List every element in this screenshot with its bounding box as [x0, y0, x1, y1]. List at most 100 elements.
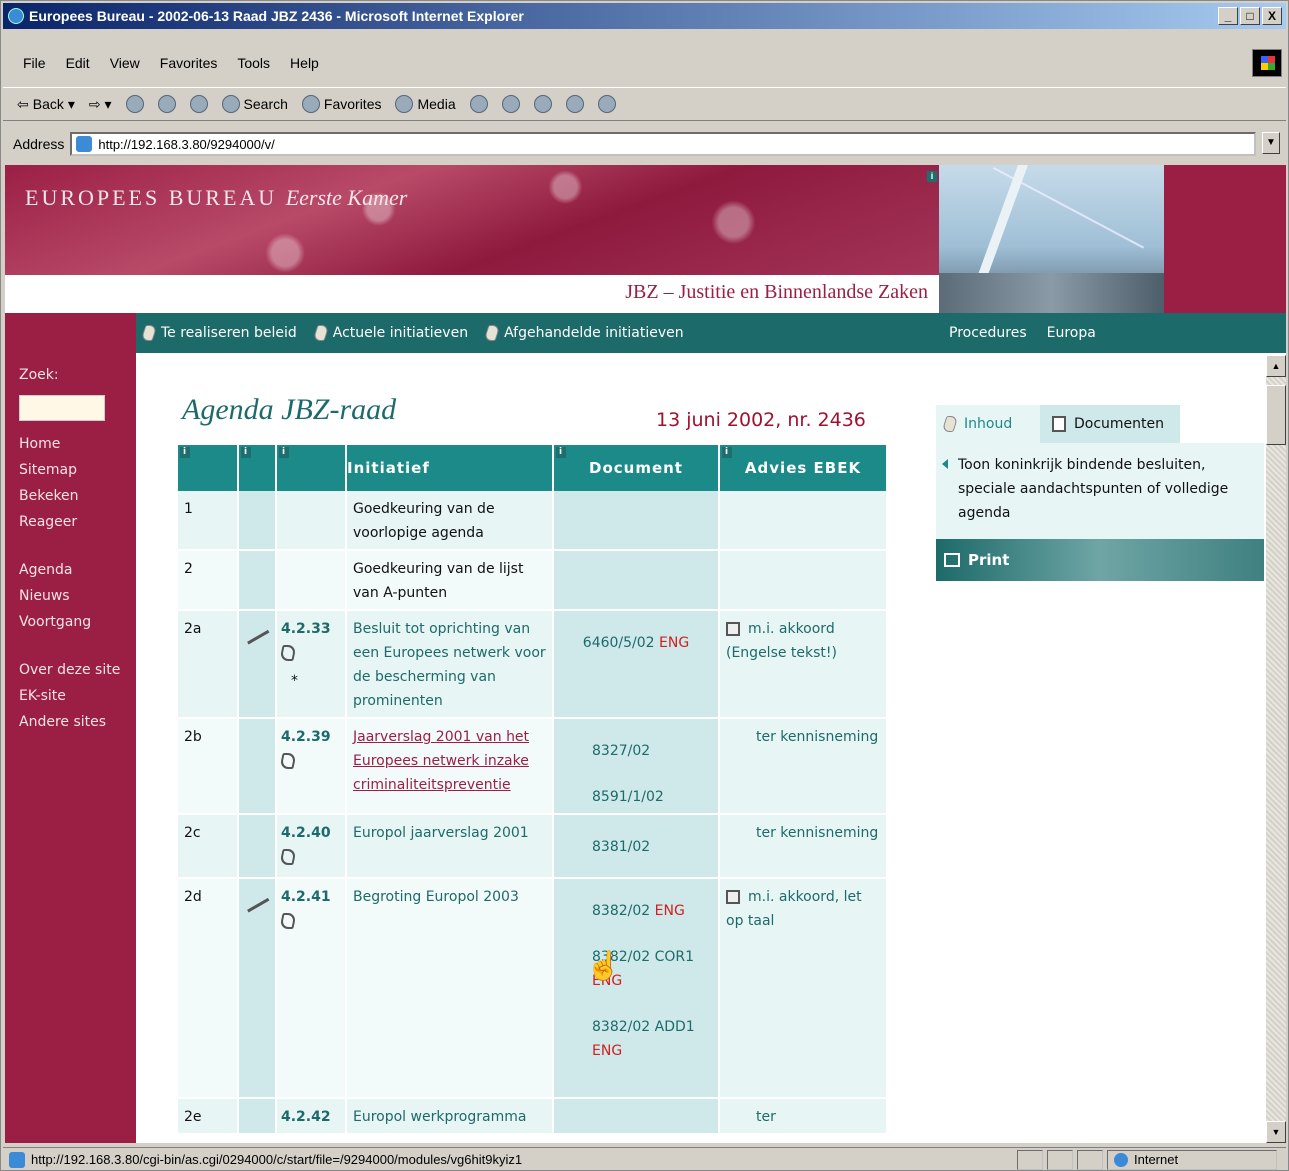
- nav-actuele-initiatieven[interactable]: Actuele initiatieven: [312, 325, 468, 341]
- sidebar-item-sitemap[interactable]: Sitemap: [19, 457, 120, 483]
- status-bar: http://192.168.3.80/cgi-bin/as.cgi/02940…: [3, 1147, 1286, 1171]
- address-field[interactable]: http://192.168.3.80/9294000/v/: [70, 132, 1257, 156]
- folder-icon[interactable]: [279, 645, 297, 661]
- back-arrow-icon: ⇦: [17, 95, 29, 112]
- item-code[interactable]: 4.2.42: [276, 1098, 347, 1135]
- close-button[interactable]: X: [1262, 7, 1282, 25]
- sidebar-item-over-deze-site[interactable]: Over deze site: [19, 657, 120, 683]
- document-link[interactable]: 8591/1/02: [592, 763, 712, 809]
- nav-afgehandelde-initiatieven[interactable]: Afgehandelde initiatieven: [483, 325, 684, 341]
- menu-view[interactable]: View: [106, 55, 144, 71]
- folder-icon[interactable]: [279, 753, 297, 769]
- scroll-thumb[interactable]: [1266, 385, 1286, 445]
- sidebar-item-home[interactable]: Home: [19, 431, 120, 457]
- sidebar-item-voortgang[interactable]: Voortgang: [19, 609, 120, 635]
- tab-inhoud[interactable]: Inhoud: [936, 405, 1040, 443]
- nav-te-realiseren-beleid[interactable]: Te realiseren beleid: [140, 325, 297, 341]
- item-code[interactable]: 4.2.39: [281, 725, 339, 749]
- advies-text: ter kennisneming: [719, 814, 888, 879]
- media-button[interactable]: Media: [395, 95, 456, 113]
- item-title-link[interactable]: Jaarverslag 2001 van het Europees netwer…: [353, 729, 529, 793]
- info-icon[interactable]: i: [279, 447, 289, 458]
- security-zone: Internet: [1107, 1149, 1277, 1170]
- browser-window: Europees Bureau - 2002-06-13 Raad JBZ 24…: [0, 0, 1289, 1171]
- scroll-down-button[interactable]: ▼: [1266, 1121, 1286, 1143]
- menu-edit[interactable]: Edit: [62, 55, 94, 71]
- document-link[interactable]: 6460/5/02 ENG: [560, 617, 712, 655]
- header-advies: i Advies EBEK: [719, 445, 888, 491]
- minimize-button[interactable]: _: [1218, 7, 1238, 25]
- favorites-button[interactable]: Favorites: [301, 95, 381, 113]
- item-code[interactable]: 4.2.40: [281, 821, 339, 845]
- scroll-up-button[interactable]: ▲: [1266, 355, 1286, 377]
- stop-icon[interactable]: [125, 95, 144, 113]
- info-icon[interactable]: i: [556, 447, 566, 458]
- document-link[interactable]: 8382/02 ENG: [592, 885, 712, 923]
- nav-europa[interactable]: Europa: [1047, 325, 1096, 341]
- vertical-scrollbar[interactable]: ▲ ▼: [1266, 355, 1286, 1143]
- menu-favorites[interactable]: Favorites: [156, 55, 222, 71]
- key-icon: [244, 893, 270, 913]
- note-icon: [726, 622, 740, 636]
- messenger-icon[interactable]: [597, 95, 616, 113]
- print-button[interactable]: Print: [936, 539, 1264, 581]
- header-initiatief: Initiatief: [346, 445, 554, 491]
- toolbar: ⇦ Back ▾ ⇨ ▾ Search Favorites Media: [3, 87, 1286, 121]
- windows-logo-icon: [1252, 49, 1282, 77]
- forward-button[interactable]: ⇨ ▾: [89, 96, 112, 113]
- advies-text: ter: [719, 1098, 888, 1135]
- document-link[interactable]: 8381/02: [592, 821, 712, 859]
- table-row: 2e 4.2.42 Europol werkprogramma ter: [178, 1098, 888, 1135]
- search-button[interactable]: Search: [221, 95, 288, 113]
- refresh-icon[interactable]: [157, 95, 176, 113]
- printer-icon: [944, 553, 960, 567]
- documents-icon: [1052, 416, 1066, 432]
- maximize-button[interactable]: □: [1240, 7, 1260, 25]
- sidebar-item-nieuws[interactable]: Nieuws: [19, 583, 120, 609]
- info-icon[interactable]: i: [927, 171, 937, 182]
- item-title[interactable]: Europol werkprogramma: [346, 1098, 554, 1135]
- document-link[interactable]: 8382/02 ADD1 ENG: [592, 993, 712, 1063]
- address-dropdown[interactable]: ▼: [1262, 132, 1280, 154]
- info-icon[interactable]: i: [722, 447, 732, 458]
- tab-documenten[interactable]: Documenten: [1040, 405, 1180, 443]
- sidebar-item-ek-site[interactable]: EK-site: [19, 683, 120, 709]
- print-toolbar-icon[interactable]: [533, 95, 552, 113]
- search-input[interactable]: [19, 395, 105, 421]
- window-title: Europees Bureau - 2002-06-13 Raad JBZ 24…: [29, 8, 524, 24]
- history-icon[interactable]: [469, 95, 488, 113]
- back-button[interactable]: ⇦ Back ▾: [17, 96, 75, 113]
- sidebar-item-bekeken[interactable]: Bekeken: [19, 483, 120, 509]
- sidebar-item-agenda[interactable]: Agenda: [19, 557, 120, 583]
- title-bar: Europees Bureau - 2002-06-13 Raad JBZ 24…: [3, 3, 1286, 29]
- document-link[interactable]: 8327/02: [592, 725, 712, 763]
- folder-icon[interactable]: [279, 913, 297, 929]
- tab-content: Toon koninkrijk bindende besluiten, spec…: [936, 443, 1264, 539]
- address-url: http://192.168.3.80/9294000/v/: [98, 136, 275, 152]
- menu-tools[interactable]: Tools: [233, 55, 274, 71]
- folder-icon[interactable]: [279, 849, 297, 865]
- info-icon[interactable]: i: [241, 447, 251, 458]
- mail-icon[interactable]: [501, 95, 520, 113]
- info-icon[interactable]: i: [180, 447, 190, 458]
- home-icon[interactable]: [189, 95, 208, 113]
- note-icon: [726, 890, 740, 904]
- item-title[interactable]: Besluit tot oprichting van een Europees …: [346, 610, 554, 719]
- item-title[interactable]: Europol jaarverslag 2001: [346, 814, 554, 879]
- globe-icon: [1114, 1152, 1128, 1167]
- sidebar-item-andere-sites[interactable]: Andere sites: [19, 709, 120, 735]
- menu-file[interactable]: File: [19, 55, 50, 71]
- item-code[interactable]: 4.2.41: [281, 885, 339, 909]
- table-row: 2d 4.2.41 Begroting Europol 2003 8382/02…: [178, 878, 888, 1099]
- menu-help[interactable]: Help: [286, 55, 323, 71]
- status-url: http://192.168.3.80/cgi-bin/as.cgi/02940…: [3, 1152, 1013, 1168]
- item-title[interactable]: Begroting Europol 2003: [346, 878, 554, 1099]
- sidebar-item-reageer[interactable]: Reageer: [19, 509, 120, 535]
- nav-procedures[interactable]: Procedures: [949, 325, 1027, 341]
- edit-icon[interactable]: [565, 95, 584, 113]
- leaf-icon: [483, 325, 501, 341]
- header-banner: EUROPEES BUREAU Eerste Kamer: [5, 165, 939, 275]
- leaf-icon: [941, 416, 959, 432]
- item-code[interactable]: 4.2.33: [281, 617, 339, 641]
- right-panel: Inhoud Documenten Toon koninkrijk binden…: [936, 405, 1264, 581]
